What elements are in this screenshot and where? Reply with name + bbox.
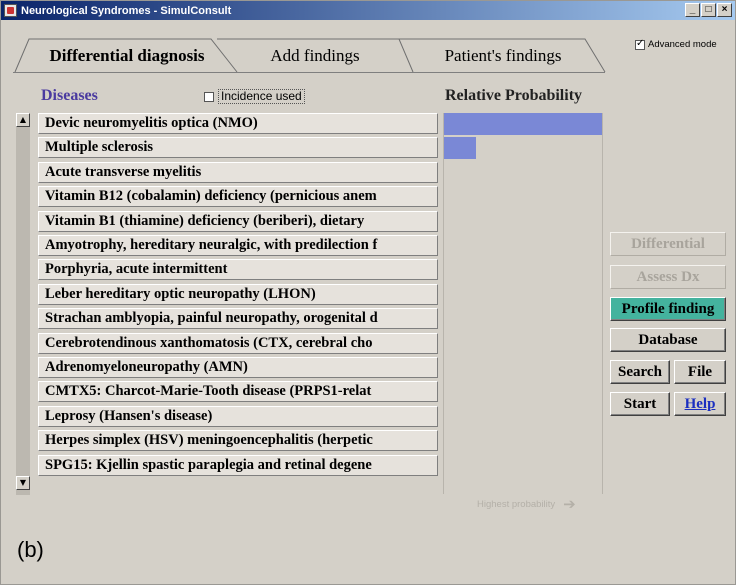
figure-caption: (b) xyxy=(17,537,44,562)
assess-dx-button[interactable]: Assess Dx xyxy=(610,265,726,289)
disease-row[interactable]: Adrenomyeloneuropathy (AMN) xyxy=(38,357,438,378)
incidence-used-checkbox[interactable] xyxy=(204,91,214,102)
disease-row[interactable]: Porphyria, acute intermittent xyxy=(38,259,438,281)
incidence-used-toggle[interactable]: Incidence used xyxy=(204,89,305,104)
disease-row[interactable]: Herpes simplex (HSV) meningoencephalitis… xyxy=(38,430,438,452)
advanced-mode-label: Advanced mode xyxy=(648,39,717,50)
search-button[interactable]: Search xyxy=(610,360,670,384)
tab-patients-findings[interactable]: Patient's findings xyxy=(399,38,607,73)
scroll-up-button[interactable]: ▲ xyxy=(16,113,30,127)
file-button[interactable]: File xyxy=(674,360,726,384)
disease-list-scrollbar[interactable] xyxy=(16,113,30,495)
disease-row[interactable]: Amyotrophy, hereditary neuralgic, with p… xyxy=(38,235,438,256)
disease-row[interactable]: Acute transverse myelitis xyxy=(38,161,438,183)
disease-row[interactable]: Devic neuromyelitis optica (NMO) xyxy=(38,113,438,134)
tab-label: Patient's findings xyxy=(444,46,562,65)
app-icon xyxy=(4,4,17,17)
disease-row[interactable]: Vitamin B12 (cobalamin) deficiency (pern… xyxy=(38,186,438,208)
help-button[interactable]: Help xyxy=(674,392,726,416)
advanced-mode-toggle[interactable]: Advanced mode xyxy=(635,38,717,50)
disease-row[interactable]: Leprosy (Hansen's disease) xyxy=(38,405,438,427)
differential-button[interactable]: Differential xyxy=(610,232,726,256)
database-button[interactable]: Database xyxy=(610,328,726,352)
tab-add-findings[interactable]: Add findings xyxy=(217,38,414,73)
incidence-used-label: Incidence used xyxy=(218,89,305,104)
disease-row[interactable]: Vitamin B1 (thiamine) deficiency (beribe… xyxy=(38,210,438,232)
disease-row[interactable]: SPG15: Kjellin spastic paraplegia and re… xyxy=(38,454,438,476)
highest-probability-indicator: Highest probability ➔ xyxy=(477,495,576,513)
tab-differential-diagnosis[interactable]: Differential diagnosis xyxy=(14,38,239,73)
disease-row[interactable]: Multiple sclerosis xyxy=(38,137,438,159)
highest-probability-label: Highest probability xyxy=(477,498,556,510)
maximize-button[interactable]: □ xyxy=(701,3,716,17)
window-title: Neurological Syndromes - SimulConsult xyxy=(21,4,232,17)
close-button[interactable]: × xyxy=(717,3,732,17)
minimize-button[interactable]: _ xyxy=(685,3,700,17)
disease-row[interactable]: CMTX5: Charcot-Marie-Tooth disease (PRPS… xyxy=(38,381,438,403)
arrow-right-icon: ➔ xyxy=(563,495,576,513)
disease-row[interactable]: Leber hereditary optic neuropathy (LHON) xyxy=(38,283,438,305)
tab-label: Add findings xyxy=(270,46,360,65)
advanced-mode-checkbox[interactable] xyxy=(635,38,645,50)
scroll-down-button[interactable]: ▼ xyxy=(16,476,30,490)
profile-finding-button[interactable]: Profile finding xyxy=(610,297,726,321)
probability-bar xyxy=(444,137,476,160)
tab-label: Differential diagnosis xyxy=(49,46,205,65)
app-window: Neurological Syndromes - SimulConsult _ … xyxy=(0,0,736,585)
diseases-heading: Diseases xyxy=(41,87,98,104)
tab-divider xyxy=(13,72,605,73)
relative-probability-heading: Relative Probability xyxy=(445,87,583,104)
probability-bar xyxy=(444,113,602,135)
title-bar[interactable]: Neurological Syndromes - SimulConsult _ … xyxy=(1,1,735,20)
disease-row[interactable]: Strachan amblyopia, painful neuropathy, … xyxy=(38,308,438,330)
disease-row[interactable]: Cerebrotendinous xanthomatosis (CTX, cer… xyxy=(38,332,438,354)
start-button[interactable]: Start xyxy=(610,392,670,416)
probability-panel xyxy=(443,113,603,494)
